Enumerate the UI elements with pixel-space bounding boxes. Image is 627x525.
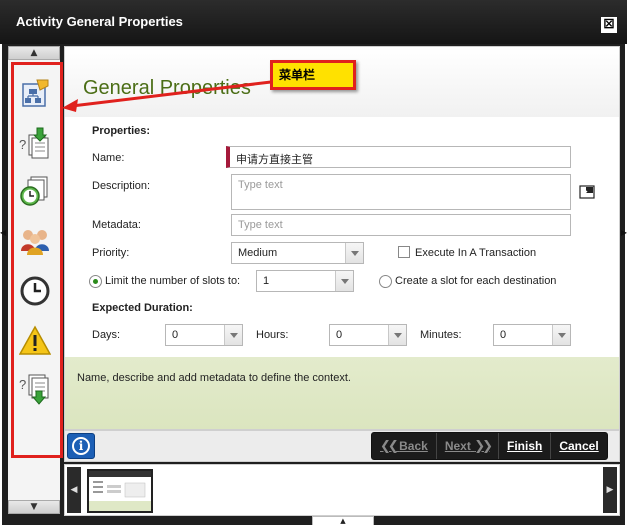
close-icon[interactable]: ⊠ [601, 17, 617, 33]
priority-value: Medium [238, 247, 278, 259]
thumbnail-prev-button[interactable]: ◀ [67, 467, 81, 513]
back-button-label: Back [399, 439, 428, 453]
page-title: General Properties [83, 77, 251, 99]
back-button[interactable]: ❮❮ Back [372, 433, 437, 459]
expand-editor-icon[interactable] [579, 185, 595, 199]
hours-value: 0 [336, 329, 343, 341]
finish-button[interactable]: Finish [499, 433, 552, 459]
sidebar-scroll-down-button[interactable]: ▼ [8, 500, 60, 514]
edge-arrow-right-icon: ▶ [620, 228, 627, 237]
info-icon: i [72, 437, 90, 455]
double-chevron-left-icon: ❮❮ [380, 438, 399, 454]
info-button[interactable]: i [67, 433, 95, 459]
description-input[interactable]: Type text [231, 174, 571, 210]
edge-arrow-left-icon: ◀ [0, 228, 7, 237]
days-label: Days: [92, 329, 121, 341]
priority-select[interactable]: Medium [231, 242, 364, 264]
metadata-input[interactable]: Type text [231, 214, 571, 236]
slots-select[interactable]: 1 [256, 270, 354, 292]
double-chevron-right-icon: ❯❯ [474, 438, 493, 454]
minutes-label: Minutes: [420, 329, 462, 341]
slot-per-destination-radio[interactable] [379, 275, 392, 288]
limit-slots-label: Limit the number of slots to: [105, 275, 241, 287]
menu-highlight-box [11, 62, 63, 458]
wizard-button-bar: i ❮❮ Back Next ❯❯ Finish Cancel [64, 430, 620, 462]
minutes-value: 0 [500, 329, 507, 341]
chevron-down-icon[interactable] [224, 325, 242, 345]
hours-label: Hours: [256, 329, 289, 341]
properties-heading: Properties: [92, 125, 151, 137]
name-label: Name: [92, 152, 125, 164]
thumbnail-next-button[interactable]: ▶ [603, 467, 617, 513]
description-label: Description: [92, 180, 151, 192]
metadata-label: Metadata: [92, 219, 141, 231]
help-panel: Name, describe and add metadata to defin… [65, 357, 619, 429]
transaction-label: Execute In A Transaction [415, 247, 537, 259]
menu-callout-label: 菜单栏 [270, 60, 356, 90]
window-title: Activity General Properties [16, 14, 183, 29]
general-properties-panel: General Properties Properties: Name: 申请方… [64, 46, 620, 430]
chevron-down-icon[interactable] [552, 325, 570, 345]
transaction-checkbox[interactable] [398, 246, 410, 258]
page-thumbnail[interactable] [87, 469, 153, 513]
next-button[interactable]: Next ❯❯ [437, 433, 499, 459]
title-bar: Activity General Properties ⊠ [0, 0, 627, 44]
chevron-down-icon[interactable] [388, 325, 406, 345]
thumbnail-strip: ◀ ▶ [64, 464, 620, 516]
sidebar-scroll-up-button[interactable]: ▲ [8, 46, 60, 60]
days-value: 0 [172, 329, 179, 341]
bottom-tab-handle[interactable]: ▲ [312, 516, 374, 525]
next-button-label: Next [444, 439, 471, 453]
chevron-down-icon[interactable] [335, 271, 353, 291]
wizard-nav-buttons: ❮❮ Back Next ❯❯ Finish Cancel [371, 432, 608, 460]
minutes-select[interactable]: 0 [493, 324, 571, 346]
days-select[interactable]: 0 [165, 324, 243, 346]
priority-label: Priority: [92, 247, 130, 259]
slot-per-destination-label: Create a slot for each destination [395, 275, 557, 287]
chevron-down-icon[interactable] [345, 243, 363, 263]
help-text: Name, describe and add metadata to defin… [77, 372, 351, 384]
hours-select[interactable]: 0 [329, 324, 407, 346]
expected-duration-heading: Expected Duration: [92, 302, 193, 314]
cancel-button[interactable]: Cancel [551, 433, 606, 459]
name-input[interactable]: 申请方直接主管 [226, 146, 571, 168]
limit-slots-radio[interactable] [89, 275, 102, 288]
slots-value: 1 [263, 275, 270, 287]
